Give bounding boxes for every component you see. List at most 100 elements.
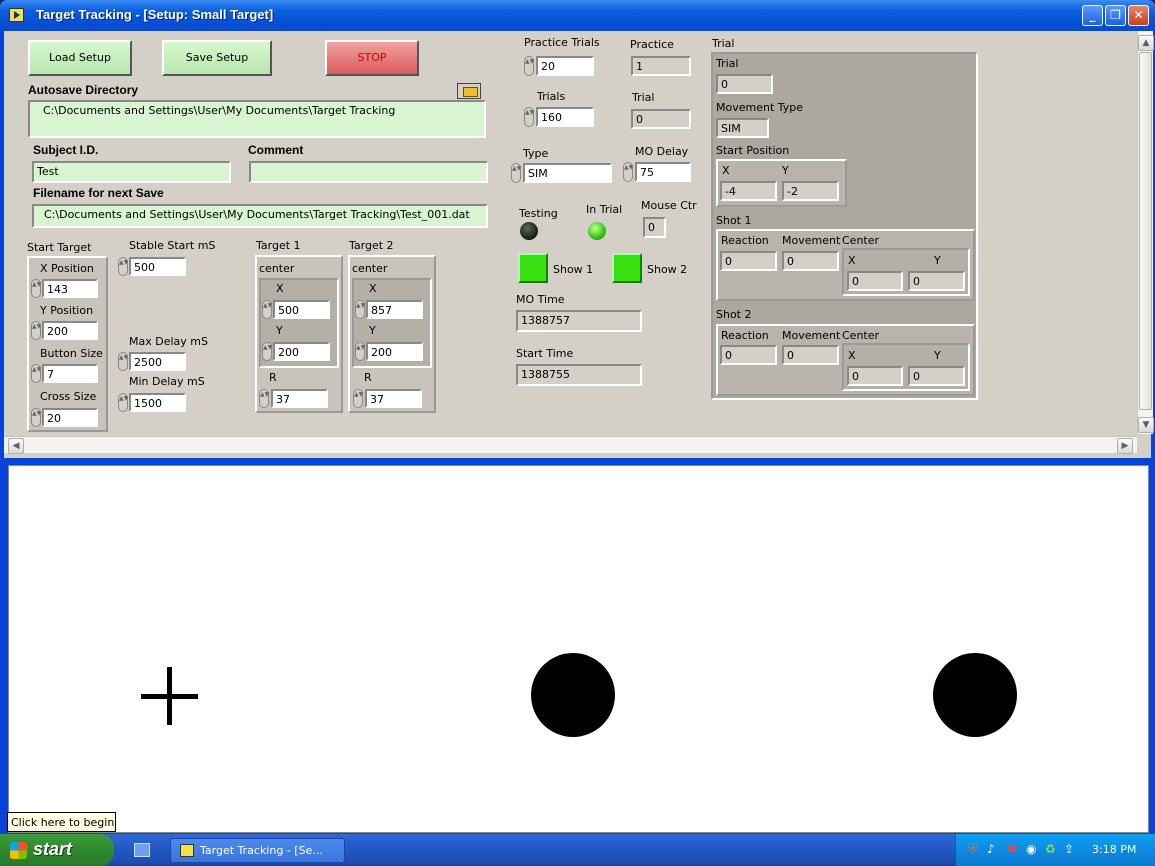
target-1-y-field[interactable]: 200 [273,342,330,361]
target-2-x-field[interactable]: 857 [366,300,423,319]
trial-indicator: 0 [631,109,691,129]
target-2-x-spinner-icon[interactable]: ▲▼ [355,300,365,319]
mo-delay-spinner-icon[interactable]: ▲▼ [623,162,633,182]
y-position-field[interactable]: 200 [42,321,98,340]
trial-panel-label: Trial [712,37,735,50]
button-size-field[interactable]: 7 [42,364,98,383]
shot-1-reaction-indicator: 0 [720,251,777,271]
show-1-label: Show 1 [553,263,594,276]
vertical-scroll-thumb[interactable] [1139,52,1152,410]
stable-start-field[interactable]: 500 [129,257,186,276]
trial-panel-trial-indicator: 0 [716,74,773,94]
folder-browse-icon[interactable] [457,83,481,99]
practice-trials-field[interactable]: 20 [536,56,594,76]
shot-2-x-label: X [848,349,856,362]
shot-1-movement-label: Movement [782,234,841,247]
trial-panel-trial-label: Trial [716,57,739,70]
autosave-directory-field[interactable]: C:\Documents and Settings\User\My Docume… [28,100,486,138]
show-2-toggle[interactable] [612,253,642,283]
stimulus-display[interactable] [8,465,1149,833]
taskbar-item-target-tracking[interactable]: Target Tracking - [Se... [170,838,345,863]
show-desktop-icon[interactable] [134,843,150,857]
labview-app-icon [9,8,24,22]
target-2-y-spinner-icon[interactable]: ▲▼ [355,342,365,361]
filename-label: Filename for next Save [33,186,164,200]
mo-time-indicator: 1388757 [516,310,642,332]
target-1-r-spinner-icon[interactable]: ▲▼ [259,389,269,408]
windows-flag-icon [10,842,27,859]
target-2-r-field[interactable]: 37 [365,389,422,408]
stop-button[interactable]: STOP [325,40,419,76]
stable-start-spinner-icon[interactable]: ▲▼ [118,257,128,276]
min-delay-field[interactable]: 1500 [129,393,186,412]
x-position-label: X Position [40,262,94,275]
min-delay-label: Min Delay mS [129,375,205,388]
min-delay-spinner-icon[interactable]: ▲▼ [118,393,128,412]
max-delay-field[interactable]: 2500 [129,352,186,371]
update-icon[interactable]: ♻ [1045,842,1056,856]
target-1-center-label: center [259,262,295,275]
scroll-left-icon[interactable]: ◀ [8,438,24,454]
close-button[interactable]: ✕ [1128,5,1149,26]
target-2-r-spinner-icon[interactable]: ▲▼ [353,389,363,408]
trials-spinner-icon[interactable]: ▲▼ [524,107,534,127]
stable-start-label: Stable Start mS [129,239,216,252]
scroll-up-icon[interactable]: ▲ [1138,35,1154,51]
x-position-field[interactable]: 143 [42,279,98,298]
scroll-right-icon[interactable]: ▶ [1117,438,1133,454]
target-2-label: Target 2 [349,239,394,252]
type-label: Type [523,147,549,160]
in-trial-label: In Trial [586,203,623,216]
target-2-y-field[interactable]: 200 [366,342,423,361]
title-bar[interactable]: Target Tracking - [Setup: Small Target] … [0,0,1155,31]
target-1-y-spinner-icon[interactable]: ▲▼ [262,342,272,361]
subject-id-label: Subject I.D. [33,143,99,157]
start-time-indicator: 1388755 [516,364,642,386]
x-position-spinner-icon[interactable]: ▲▼ [31,279,41,298]
practice-trials-label: Practice Trials [524,36,600,49]
y-position-spinner-icon[interactable]: ▲▼ [31,321,41,340]
comment-field[interactable] [249,161,488,183]
trials-field[interactable]: 160 [536,107,594,127]
practice-label: Practice [630,38,674,51]
target-2-center-label: center [352,262,388,275]
show-1-toggle[interactable] [518,253,548,283]
shot-1-center-label: Center [842,234,880,247]
load-setup-button[interactable]: Load Setup [28,40,132,76]
mo-delay-field[interactable]: 75 [635,162,691,182]
clock[interactable]: 3:18 PM [1092,843,1136,856]
target-1-r-field[interactable]: 37 [271,389,328,408]
filename-field[interactable]: C:\Documents and Settings\User\My Docume… [32,204,488,228]
target-1-y-label: Y [276,324,283,337]
y-position-label: Y Position [40,304,94,317]
start-position-x-label: X [722,164,730,177]
start-button[interactable]: start [0,834,114,866]
shot-2-center-label: Center [842,329,880,342]
scroll-down-icon[interactable]: ▼ [1138,417,1154,433]
antivirus-icon[interactable]: ◉ [1026,842,1036,856]
cross-size-field[interactable]: 20 [42,408,98,427]
start-position-label: Start Position [716,144,790,157]
cross-size-spinner-icon[interactable]: ▲▼ [31,408,41,427]
volume-icon[interactable]: ♪ [987,842,995,856]
max-delay-label: Max Delay mS [129,335,208,348]
restore-button[interactable]: ❐ [1105,5,1126,26]
target-1-x-field[interactable]: 500 [273,300,330,319]
show-2-label: Show 2 [647,263,688,276]
safely-remove-icon[interactable]: ⇪ [1064,842,1074,856]
start-tooltip: Click here to begin [7,812,116,832]
horizontal-scrollbar[interactable] [4,436,1137,453]
button-size-spinner-icon[interactable]: ▲▼ [31,364,41,383]
security-shield-icon[interactable]: ⛨ [968,842,978,857]
target-2-dot [933,653,1017,737]
type-spinner-icon[interactable]: ▲▼ [511,163,521,183]
max-delay-spinner-icon[interactable]: ▲▼ [118,352,128,371]
shot-1-y-label: Y [934,254,941,267]
subject-id-field[interactable]: Test [32,161,231,183]
save-setup-button[interactable]: Save Setup [162,40,272,76]
type-field[interactable]: SIM [523,163,612,183]
target-1-x-spinner-icon[interactable]: ▲▼ [262,300,272,319]
minimize-button[interactable]: _ [1082,5,1103,26]
network-icon[interactable]: ✖ [1007,842,1017,856]
practice-trials-spinner-icon[interactable]: ▲▼ [524,56,534,76]
